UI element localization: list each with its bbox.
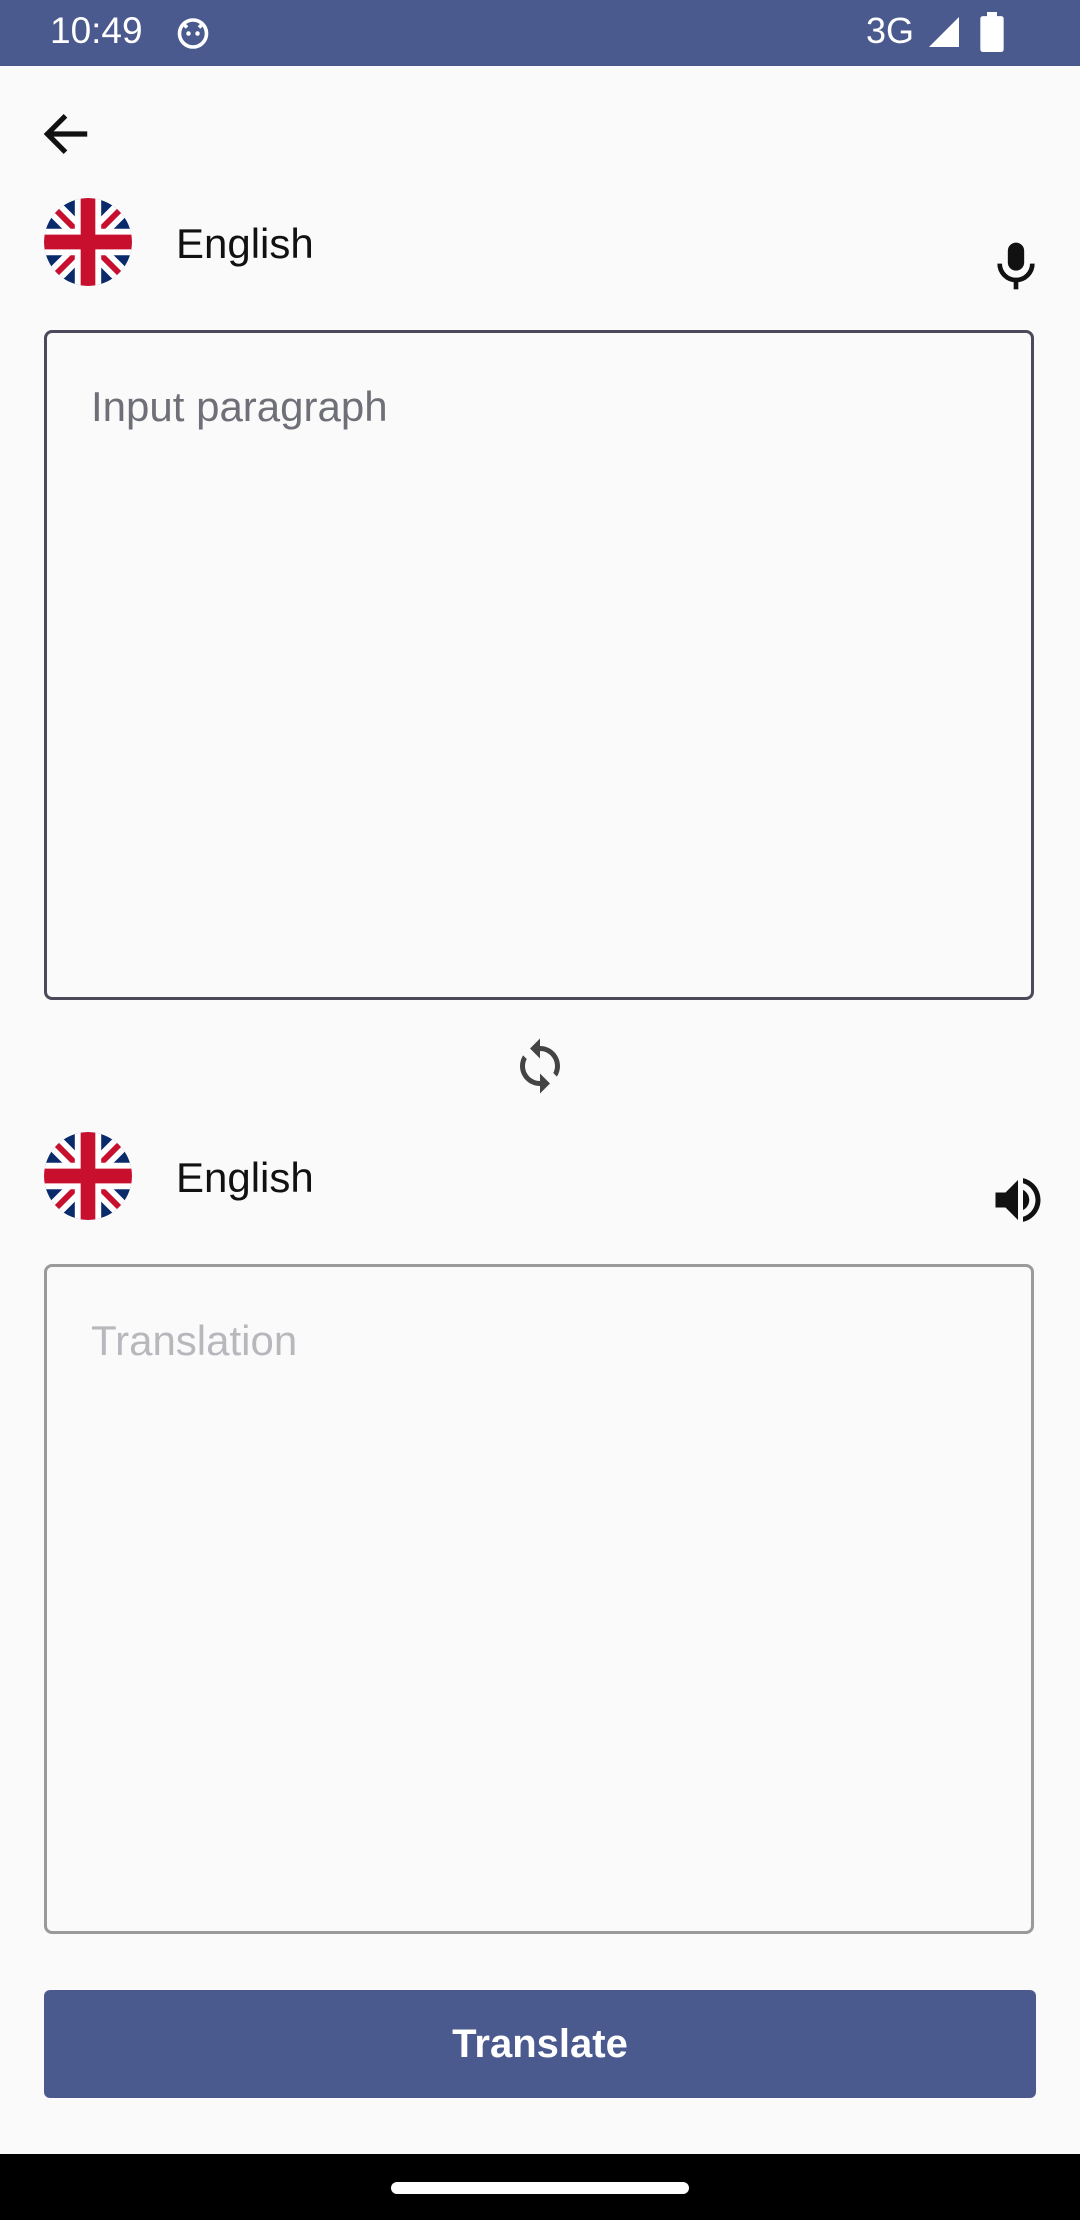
source-language-label[interactable]: English xyxy=(176,220,314,268)
back-arrow-icon[interactable] xyxy=(38,106,94,162)
uk-flag-icon xyxy=(44,198,132,286)
input-paragraph-field[interactable] xyxy=(44,330,1034,1000)
status-time: 10:49 xyxy=(50,10,143,51)
network-type: 3G xyxy=(866,10,915,51)
target-language-row[interactable]: English xyxy=(44,1132,1044,1222)
signal-icon xyxy=(929,17,959,47)
translate-button[interactable]: Translate xyxy=(44,1990,1036,2098)
source-language-row[interactable]: English xyxy=(44,198,1044,290)
mic-icon[interactable] xyxy=(988,236,1044,296)
swap-languages-icon[interactable] xyxy=(510,1036,570,1096)
battery-icon xyxy=(980,12,1004,52)
speaker-icon[interactable] xyxy=(988,1170,1048,1230)
target-language-label[interactable]: English xyxy=(176,1154,314,1202)
app-notification-icon xyxy=(177,18,209,49)
home-handle[interactable] xyxy=(391,2182,689,2194)
uk-flag-icon xyxy=(44,1132,132,1220)
translation-output-field[interactable] xyxy=(44,1264,1034,1934)
status-bar: 10:49 3G xyxy=(0,0,1080,66)
